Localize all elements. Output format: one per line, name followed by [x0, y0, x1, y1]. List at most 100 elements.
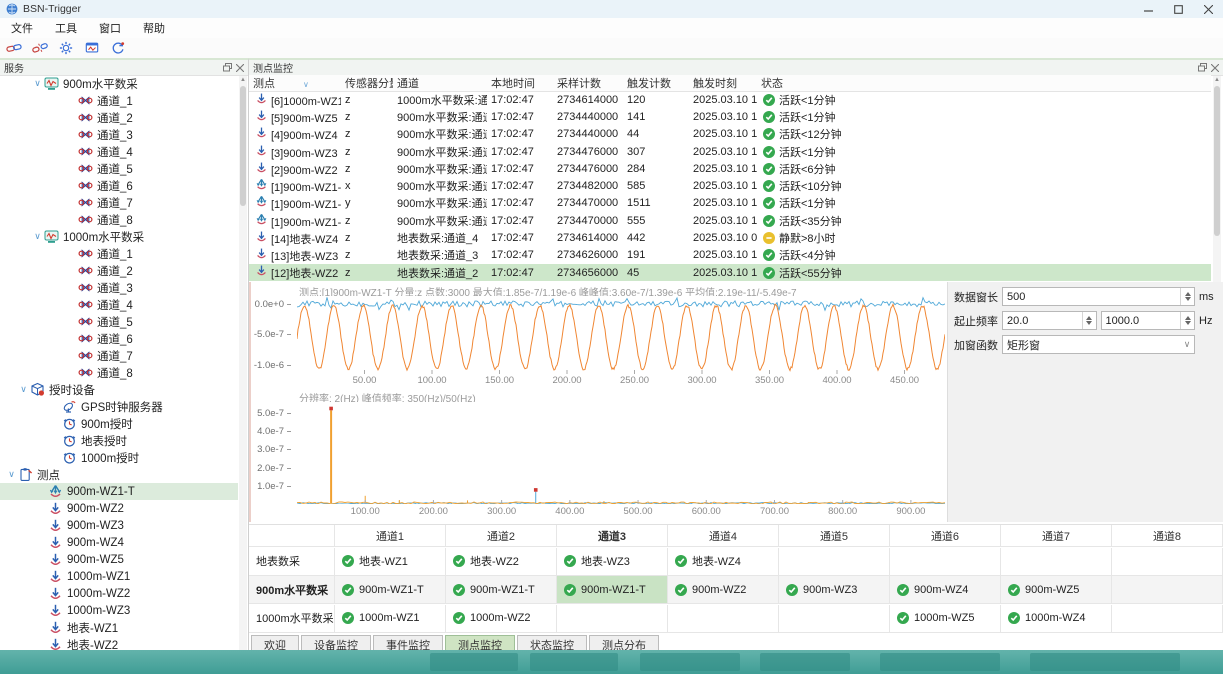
column-header-触发计数[interactable]: 触发计数 [623, 75, 689, 91]
close-panel-icon[interactable] [236, 64, 244, 72]
expand-chevron-icon[interactable]: ∨ [31, 231, 44, 242]
grid-cell[interactable]: 1000m-WZ5 [890, 605, 1001, 633]
float-panel-icon[interactable] [1198, 63, 1207, 72]
tree-item-900m授时[interactable]: 900m授时 [0, 415, 238, 432]
grid-cell[interactable]: 地表-WZ4 [668, 548, 779, 576]
grid-cell[interactable] [1001, 548, 1112, 576]
table-row[interactable]: [12]地表-WZ2z地表数采:通道_217:02:47273465600045… [249, 264, 1211, 281]
grid-cell[interactable]: 地表-WZ3 [557, 548, 668, 576]
close-panel-icon[interactable] [1211, 64, 1219, 72]
tree-item-900m-WZ2[interactable]: 900m-WZ2 [0, 500, 238, 517]
table-row[interactable]: [2]900m-WZ2z900m水平数采:通道_417:02:472734476… [249, 160, 1211, 177]
connect-link-button[interactable] [2, 39, 26, 57]
monitor-window-button[interactable] [80, 39, 104, 57]
param-input[interactable]: 1000.0 [1101, 311, 1196, 330]
tree-scrollbar[interactable]: ▲ [239, 76, 247, 651]
sort-chevron-icon[interactable]: ∨ [303, 80, 309, 89]
chevron-down-icon[interactable]: ∨ [1180, 339, 1194, 350]
tree-item-测点[interactable]: ∨测点 [0, 466, 238, 483]
tree-item-地表-WZ2[interactable]: 地表-WZ2 [0, 636, 238, 650]
menu-item-2[interactable]: 窗口 [88, 20, 132, 36]
column-header-测点[interactable]: 测点∨ [249, 75, 341, 91]
column-header-触发时刻[interactable]: 触发时刻 [689, 75, 757, 91]
grid-column-header-通道5[interactable]: 通道5 [779, 525, 890, 547]
tree-item-通道_7[interactable]: 通道_7 [0, 347, 238, 364]
column-header-本地时间[interactable]: 本地时间 [487, 75, 553, 91]
grid-column-header-通道2[interactable]: 通道2 [446, 525, 557, 547]
table-row[interactable]: [4]900m-WZ4z900m水平数采:通道_617:02:472734440… [249, 126, 1211, 143]
grid-cell[interactable] [779, 548, 890, 576]
column-header-通道[interactable]: 通道 [393, 75, 487, 91]
tree-item-900m-WZ5[interactable]: 900m-WZ5 [0, 551, 238, 568]
tree-item-1000m-WZ3[interactable]: 1000m-WZ3 [0, 602, 238, 619]
grid-cell[interactable]: 1000m-WZ4 [1001, 605, 1112, 633]
tree-item-1000m授时[interactable]: 1000m授时 [0, 449, 238, 466]
grid-cell[interactable]: 地表-WZ2 [446, 548, 557, 576]
refresh-button[interactable] [106, 39, 130, 57]
tree-item-地表授时[interactable]: 地表授时 [0, 432, 238, 449]
grid-cell[interactable] [779, 605, 890, 633]
expand-chevron-icon[interactable]: ∨ [31, 78, 44, 89]
spinner-icon[interactable] [1082, 312, 1096, 329]
tree-item-通道_4[interactable]: 通道_4 [0, 143, 238, 160]
table-row[interactable]: [1]900m-WZ1-Tx900m水平数采:通道_117:02:4727344… [249, 177, 1211, 194]
column-header-采样计数[interactable]: 采样计数 [553, 75, 623, 91]
tree-item-1000m-WZ2[interactable]: 1000m-WZ2 [0, 585, 238, 602]
tree-item-通道_3[interactable]: 通道_3 [0, 279, 238, 296]
table-row[interactable]: [5]900m-WZ5z900m水平数采:通道_717:02:472734440… [249, 108, 1211, 125]
table-row[interactable]: [1]900m-WZ1-Tz900m水平数采:通道_317:02:4727344… [249, 212, 1211, 229]
tree-item-通道_2[interactable]: 通道_2 [0, 109, 238, 126]
spinner-icon[interactable] [1180, 312, 1194, 329]
grid-cell[interactable]: 900m-WZ1-T [557, 576, 668, 604]
tree-item-通道_5[interactable]: 通道_5 [0, 313, 238, 330]
grid-cell[interactable]: 地表-WZ1 [335, 548, 446, 576]
expand-chevron-icon[interactable]: ∨ [5, 469, 18, 480]
grid-column-header-通道6[interactable]: 通道6 [890, 525, 1001, 547]
tree-item-通道_4[interactable]: 通道_4 [0, 296, 238, 313]
grid-cell[interactable]: 900m-WZ2 [668, 576, 779, 604]
expand-chevron-icon[interactable]: ∨ [17, 384, 30, 395]
grid-cell[interactable] [1112, 605, 1223, 633]
float-panel-icon[interactable] [223, 63, 232, 72]
grid-cell[interactable]: 900m-WZ1-T [335, 576, 446, 604]
column-header-状态[interactable]: 状态 [757, 75, 1197, 91]
grid-cell[interactable]: 1000m-WZ2 [446, 605, 557, 633]
tree-item-通道_8[interactable]: 通道_8 [0, 211, 238, 228]
grid-cell[interactable] [668, 605, 779, 633]
menu-item-3[interactable]: 帮助 [132, 20, 176, 36]
settings-gear-button[interactable] [54, 39, 78, 57]
grid-cell[interactable]: 900m-WZ3 [779, 576, 890, 604]
tree-item-1000m水平数采[interactable]: ∨1000m水平数采 [0, 228, 238, 245]
table-row[interactable]: [6]1000m-WZ1z1000m水平数采:通道_117:02:4727346… [249, 91, 1211, 108]
grid-cell[interactable]: 900m-WZ1-T [446, 576, 557, 604]
table-row[interactable]: [13]地表-WZ3z地表数采:通道_317:02:47273462600019… [249, 247, 1211, 264]
grid-cell[interactable]: 1000m-WZ1 [335, 605, 446, 633]
maximize-button[interactable] [1163, 0, 1193, 18]
tree-item-通道_3[interactable]: 通道_3 [0, 126, 238, 143]
minimize-button[interactable] [1133, 0, 1163, 18]
grid-column-header-通道8[interactable]: 通道8 [1112, 525, 1223, 547]
grid-column-header-通道4[interactable]: 通道4 [668, 525, 779, 547]
grid-column-header-通道3[interactable]: 通道3 [557, 525, 668, 547]
tree-item-通道_6[interactable]: 通道_6 [0, 177, 238, 194]
tree-item-授时设备[interactable]: ∨授时设备 [0, 381, 238, 398]
tree-item-通道_1[interactable]: 通道_1 [0, 92, 238, 109]
scroll-up-icon[interactable]: ▲ [239, 76, 247, 84]
table-row[interactable]: [3]900m-WZ3z900m水平数采:通道_517:02:472734476… [249, 143, 1211, 160]
grid-column-header-通道7[interactable]: 通道7 [1001, 525, 1112, 547]
grid-column-header-通道1[interactable]: 通道1 [335, 525, 446, 547]
grid-cell[interactable] [557, 605, 668, 633]
grid-cell[interactable]: 900m-WZ5 [1001, 576, 1112, 604]
tree-item-GPS时钟服务器[interactable]: GPS时钟服务器 [0, 398, 238, 415]
tree-item-900m-WZ1-T[interactable]: 900m-WZ1-T [0, 483, 238, 500]
table-scrollbar[interactable]: ▲ [1213, 76, 1221, 282]
tree-item-通道_5[interactable]: 通道_5 [0, 160, 238, 177]
table-row[interactable]: [1]900m-WZ1-Ty900m水平数采:通道_217:02:4727344… [249, 195, 1211, 212]
tree-item-900m-WZ4[interactable]: 900m-WZ4 [0, 534, 238, 551]
grid-cell[interactable] [890, 548, 1001, 576]
close-button[interactable] [1193, 0, 1223, 18]
disconnect-link-button[interactable] [28, 39, 52, 57]
grid-cell[interactable]: 900m-WZ4 [890, 576, 1001, 604]
param-input[interactable]: 500 [1002, 287, 1195, 306]
tree-item-900m-WZ3[interactable]: 900m-WZ3 [0, 517, 238, 534]
